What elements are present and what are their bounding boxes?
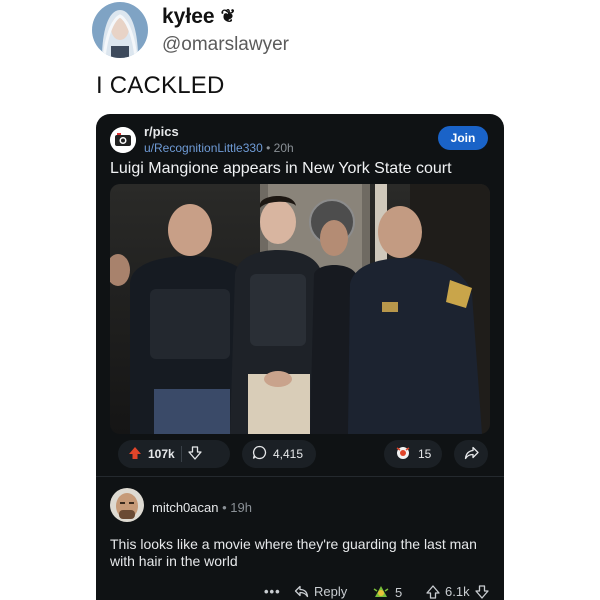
meta-dot: • bbox=[266, 141, 274, 155]
comment-actions: ••• Reply 5 6.1k bbox=[110, 584, 490, 600]
user-handle[interactable]: @omarslawyer bbox=[162, 34, 289, 56]
award-count: 15 bbox=[418, 447, 432, 461]
comment-vote-count: 6.1k bbox=[445, 584, 470, 599]
comment-bubble-icon bbox=[252, 445, 267, 463]
post-actions: 107k 4,415 15 bbox=[110, 440, 490, 468]
share-icon bbox=[464, 446, 479, 463]
comment-body: This looks like a movie where they're gu… bbox=[110, 536, 477, 569]
comment-time: 19h bbox=[230, 500, 252, 515]
avatar[interactable] bbox=[92, 2, 148, 58]
vote-divider bbox=[180, 446, 182, 462]
reply-icon bbox=[294, 585, 309, 598]
comment-count: 4,415 bbox=[273, 447, 304, 461]
commenter-avatar[interactable] bbox=[110, 488, 144, 522]
vote-pill: 107k bbox=[118, 440, 230, 468]
share-button[interactable] bbox=[454, 440, 488, 468]
reply-button[interactable]: Reply bbox=[294, 584, 347, 599]
post-header: r/pics u/RecognitionLittle330 • 20h bbox=[110, 124, 294, 155]
post-title[interactable]: Luigi Mangione appears in New York State… bbox=[110, 160, 452, 178]
award-icon bbox=[373, 586, 389, 597]
upvote-icon[interactable] bbox=[128, 446, 142, 463]
comment-award-count: 5 bbox=[395, 584, 403, 600]
tweet-text: I CACKLED bbox=[96, 72, 225, 99]
heart-emoji-icon: ❦ bbox=[220, 6, 236, 26]
post-image[interactable] bbox=[110, 184, 490, 434]
commenter-username[interactable]: mitch0acan bbox=[152, 500, 218, 515]
reddit-post-card: r/pics u/RecognitionLittle330 • 20h Join… bbox=[96, 114, 504, 600]
award-button[interactable]: 15 bbox=[384, 440, 442, 468]
reply-label: Reply bbox=[314, 584, 348, 599]
upvote-icon[interactable] bbox=[426, 584, 440, 599]
subreddit-name[interactable]: r/pics bbox=[144, 124, 294, 139]
subreddit-avatar[interactable] bbox=[110, 126, 136, 153]
commenter-meta: mitch0acan • 19h bbox=[152, 500, 252, 515]
divider bbox=[96, 476, 504, 477]
tweet-header: kyłee ❦ @omarslawyer bbox=[92, 2, 289, 58]
downvote-icon[interactable] bbox=[474, 584, 489, 599]
award-icon bbox=[394, 445, 412, 464]
upvote-count: 107k bbox=[148, 447, 175, 461]
downvote-icon[interactable] bbox=[188, 445, 202, 463]
more-options-button[interactable]: ••• bbox=[264, 584, 281, 599]
post-meta: u/RecognitionLittle330 • 20h bbox=[144, 141, 294, 155]
comment-vote: 6.1k bbox=[426, 584, 489, 599]
post-author[interactable]: u/RecognitionLittle330 bbox=[144, 141, 263, 155]
comments-button[interactable]: 4,415 bbox=[242, 440, 316, 468]
join-button[interactable]: Join bbox=[438, 126, 488, 150]
comment-award[interactable]: 5 bbox=[372, 584, 402, 600]
post-time: 20h bbox=[273, 141, 294, 155]
display-name[interactable]: kyłee ❦ bbox=[162, 5, 289, 29]
display-name-text: kyłee bbox=[162, 4, 215, 28]
